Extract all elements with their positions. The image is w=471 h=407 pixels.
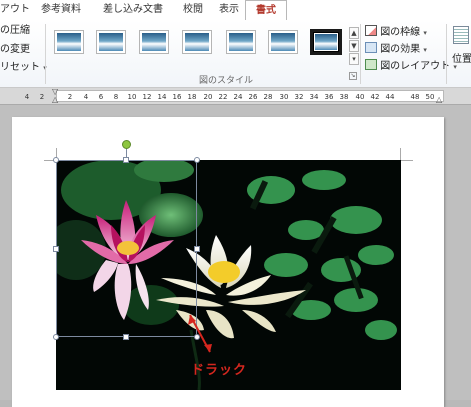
picture-style-7[interactable]	[310, 29, 342, 55]
ruler-tick: 28	[263, 93, 273, 101]
picture-style-4[interactable]	[182, 30, 212, 54]
resize-handle-top-left[interactable]	[53, 157, 59, 163]
picture-style-1[interactable]	[54, 30, 84, 54]
ribbon-tab-bar: アウト 参考資料 差し込み文書 校閲 表示 書式	[0, 0, 471, 22]
drag-arrow-icon	[188, 314, 212, 353]
ruler-tick: 4	[24, 93, 30, 101]
ruler-tick: 10	[127, 93, 137, 101]
gallery-scroll-up-button[interactable]: ▲	[349, 27, 359, 39]
picture-style-5[interactable]	[226, 30, 256, 54]
ribbon: の圧縮 の変更 リセット ▾ ▲ ▼ ▾ 図のスタイル ↘ 図の枠線 ▾ 図の効…	[0, 20, 471, 88]
picture-selection-frame	[56, 160, 197, 337]
ruler-tick: 14	[157, 93, 167, 101]
group-divider	[446, 24, 447, 84]
tab-review[interactable]: 校閲	[178, 0, 208, 20]
scroll-down-icon: ▼	[351, 42, 357, 50]
tab-format[interactable]: 書式	[245, 0, 287, 22]
ruler-tick: 2	[39, 93, 45, 101]
picture-layout-label: 図のレイアウト	[380, 61, 451, 72]
ruler-tick: 8	[113, 93, 119, 101]
picture-layout-icon	[365, 59, 377, 70]
resize-handle-top-right[interactable]	[194, 157, 200, 163]
ruler-tick: 6	[98, 93, 104, 101]
ruler-tick: 38	[339, 93, 349, 101]
right-indent-marker-icon[interactable]: △	[436, 96, 442, 104]
crop-mark	[401, 160, 413, 161]
ruler-tick: 48	[410, 93, 420, 101]
ruler-tick: 4	[83, 93, 89, 101]
crop-mark	[400, 148, 401, 160]
tab-view[interactable]: 表示	[214, 0, 244, 20]
picture-style-2[interactable]	[96, 30, 126, 54]
change-picture-button[interactable]: の変更	[0, 44, 30, 56]
picture-style-3[interactable]	[139, 30, 169, 54]
scroll-up-icon: ▲	[351, 29, 357, 37]
rotate-handle[interactable]	[122, 140, 131, 149]
style-preview-image	[271, 33, 295, 51]
style-preview-image	[99, 33, 123, 51]
picture-border-icon	[365, 25, 377, 36]
picture-border-label: 図の枠線	[380, 27, 421, 38]
picture-layout-button[interactable]: 図のレイアウト ▾	[365, 59, 457, 73]
change-picture-label: の変更	[0, 44, 30, 55]
ruler-tick: 24	[233, 93, 243, 101]
drag-annotation-label: ドラック	[191, 363, 248, 378]
reset-picture-label: リセット	[0, 62, 40, 73]
resize-handle-right[interactable]	[194, 246, 200, 252]
chevron-down-icon: ▾	[423, 46, 427, 54]
compress-pictures-button[interactable]: の圧縮	[0, 25, 30, 37]
style-preview-image	[314, 33, 338, 51]
ruler-tick: 30	[279, 93, 289, 101]
ruler-tick: 2	[67, 93, 73, 101]
compress-pictures-label: の圧縮	[0, 25, 30, 36]
style-preview-image	[57, 33, 81, 51]
ruler-tick: 16	[172, 93, 182, 101]
ruler-tick: 22	[218, 93, 228, 101]
ruler-tick: 12	[142, 93, 152, 101]
ruler-tick: 42	[370, 93, 380, 101]
position-icon	[453, 26, 469, 44]
picture-effects-button[interactable]: 図の効果 ▾	[365, 42, 427, 56]
resize-handle-left[interactable]	[53, 246, 59, 252]
picture-border-button[interactable]: 図の枠線 ▾	[365, 25, 427, 39]
gallery-more-button[interactable]: ▾	[349, 53, 359, 65]
position-button[interactable]: 位置	[450, 24, 471, 76]
picture-effects-icon	[365, 42, 377, 53]
indent-marker-icon[interactable]: △	[52, 96, 58, 104]
ruler-tick: 50	[425, 93, 435, 101]
more-icon: ▾	[352, 55, 356, 63]
resize-handle-bottom-left[interactable]	[53, 334, 59, 340]
ruler-tick: 32	[294, 93, 304, 101]
tab-references[interactable]: 参考資料	[34, 0, 88, 20]
dialog-launcher-icon[interactable]: ↘	[349, 72, 357, 80]
ruler-tick: 40	[355, 93, 365, 101]
style-preview-image	[229, 33, 253, 51]
position-label: 位置	[452, 54, 471, 65]
ruler-tick: 18	[187, 93, 197, 101]
picture-effects-label: 図の効果	[380, 44, 421, 55]
horizontal-ruler[interactable]: ▽ △ △ 4 2 2 4 6 8 10 12 14 16 18 20 22 2…	[0, 88, 471, 105]
ruler-tick: 26	[248, 93, 258, 101]
style-preview-image	[142, 33, 166, 51]
gallery-scroll-down-button[interactable]: ▼	[349, 40, 359, 52]
style-preview-image	[185, 33, 209, 51]
ruler-tick: 44	[385, 93, 395, 101]
ruler-tick: 20	[203, 93, 213, 101]
group-divider	[45, 24, 46, 84]
tab-layout[interactable]: アウト	[0, 0, 30, 20]
resize-handle-bottom[interactable]	[123, 334, 129, 340]
picture-styles-group-label: 図のスタイル	[199, 76, 254, 86]
picture-style-6[interactable]	[268, 30, 298, 54]
group-divider	[360, 24, 361, 84]
reset-picture-button[interactable]: リセット ▾	[0, 62, 47, 74]
chevron-down-icon: ▾	[423, 29, 427, 37]
ruler-tick: 36	[324, 93, 334, 101]
resize-handle-top[interactable]	[123, 157, 129, 163]
ruler-tick: 34	[309, 93, 319, 101]
tab-mailings[interactable]: 差し込み文書	[96, 0, 170, 20]
